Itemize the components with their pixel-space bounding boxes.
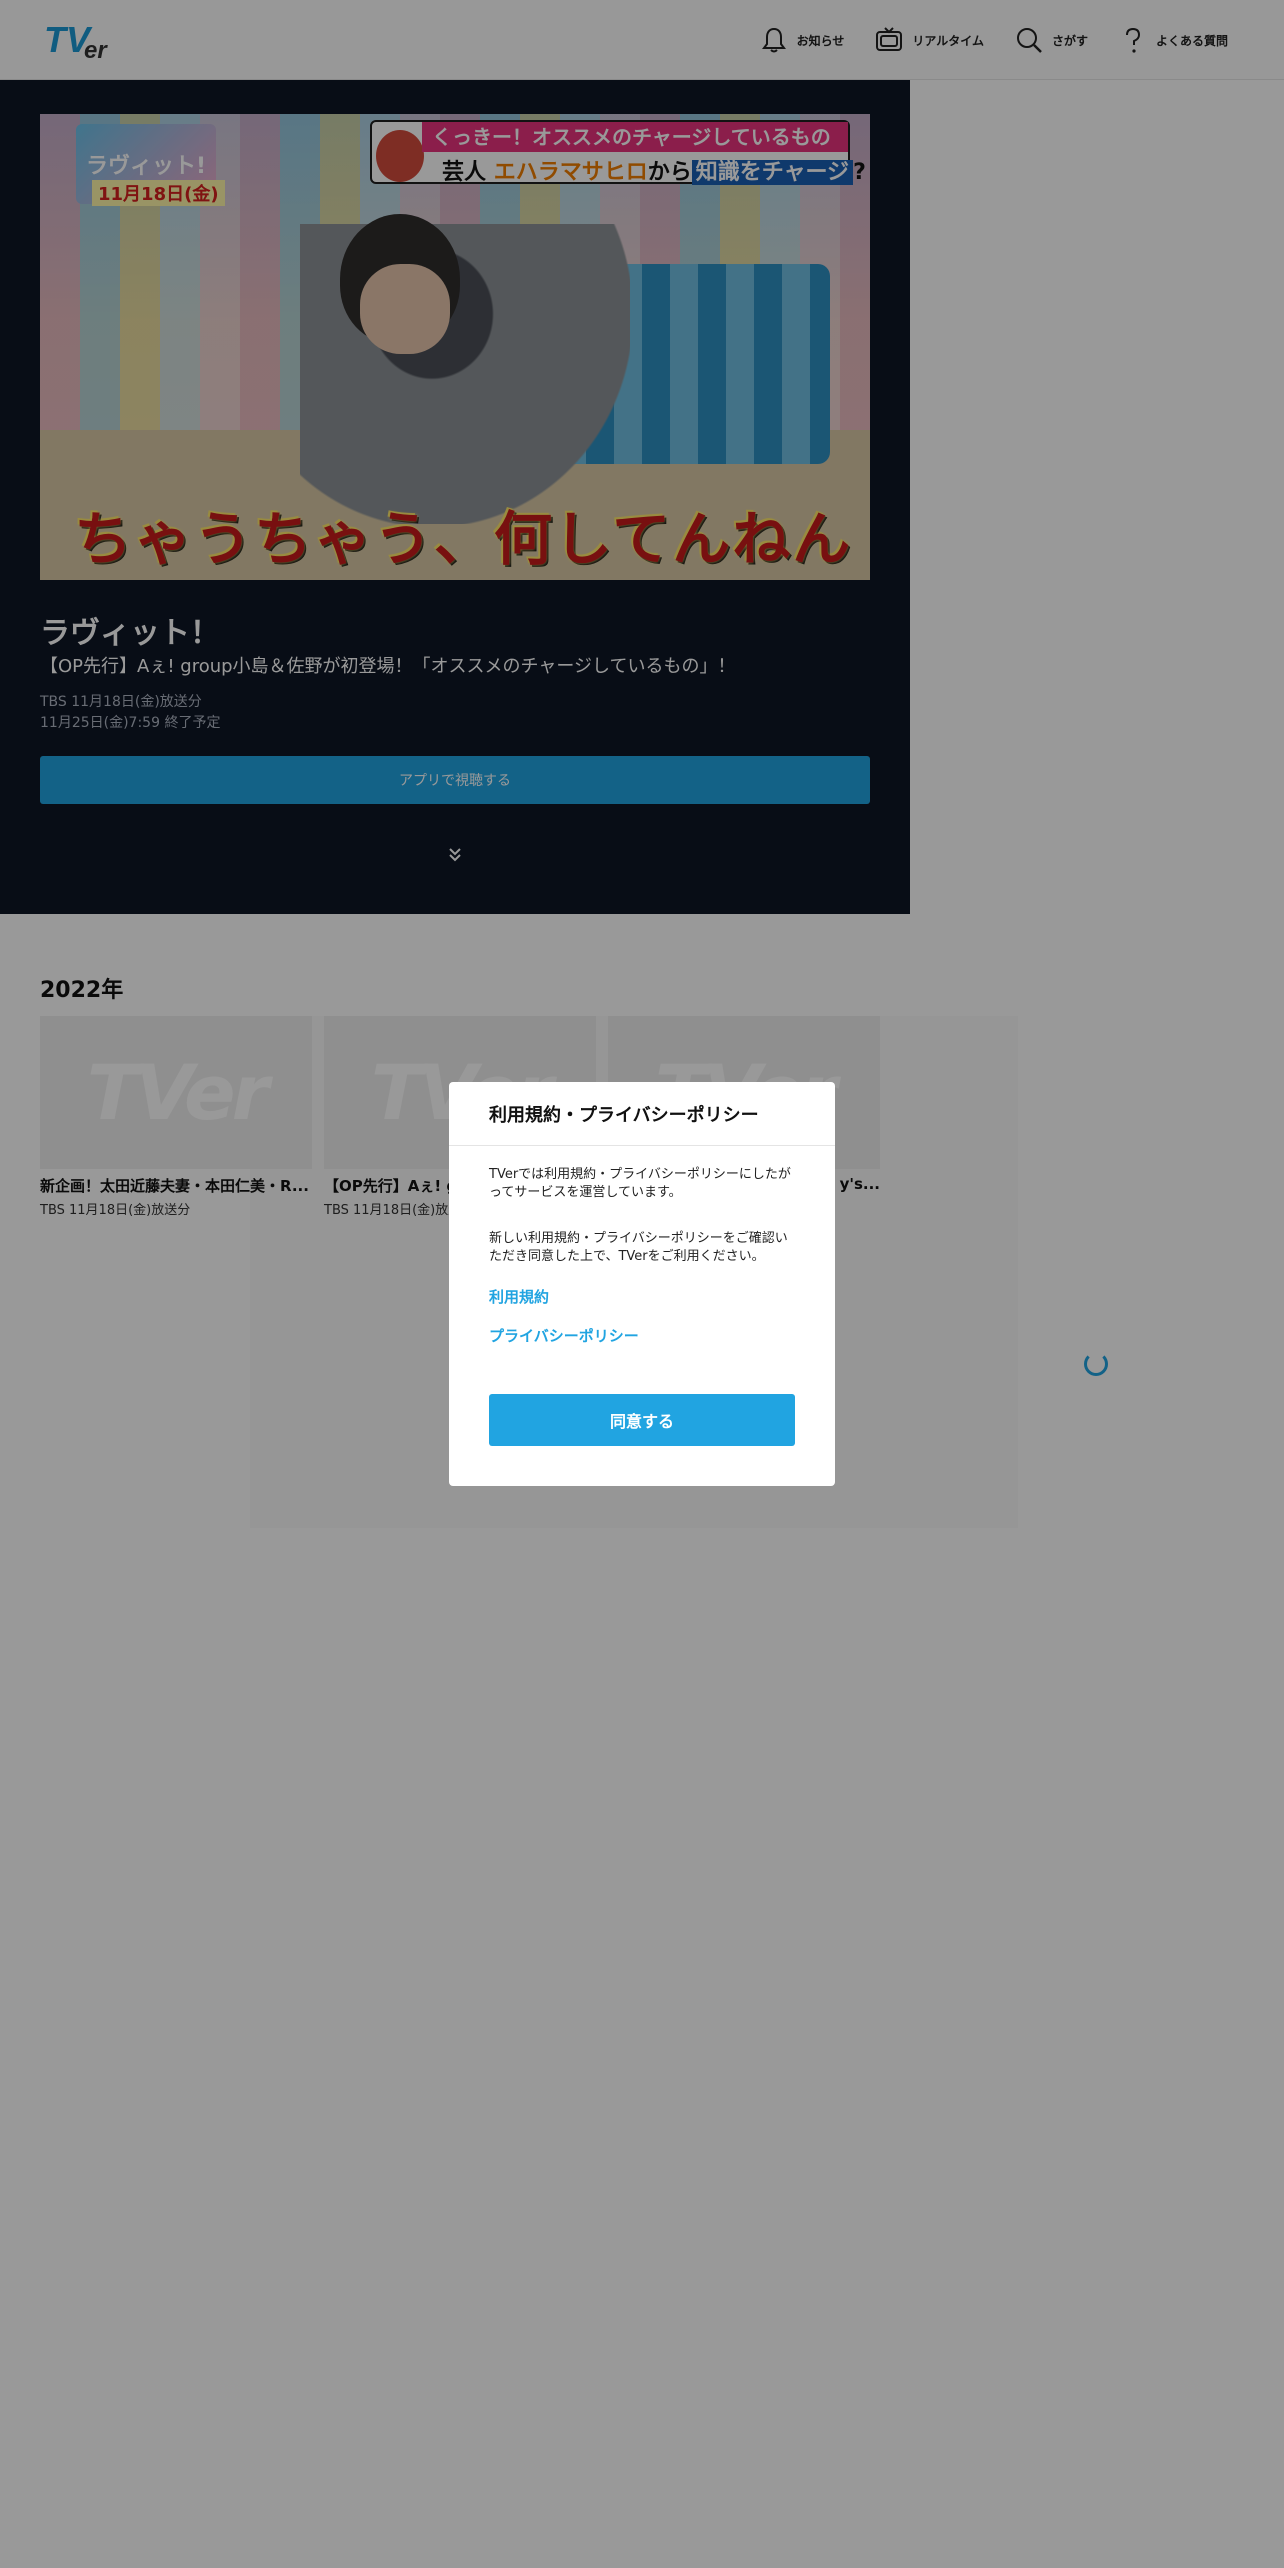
terms-consent-modal: 利用規約・プライバシーポリシー TVerでは利用規約・プライバシーポリシーにした…: [449, 1082, 835, 1486]
modal-text-request: 新しい利用規約・プライバシーポリシーをご確認いただき同意した上で、TVerをご利…: [489, 1231, 788, 1264]
agree-button[interactable]: 同意する: [489, 1394, 795, 1446]
privacy-policy-link[interactable]: プライバシーポリシー: [489, 1325, 795, 1346]
modal-body: TVerでは利用規約・プライバシーポリシーにしたがってサービスを運営しています。…: [449, 1146, 835, 1346]
modal-text-intro: TVerでは利用規約・プライバシーポリシーにしたがってサービスを運営しています。: [489, 1167, 791, 1200]
modal-title: 利用規約・プライバシーポリシー: [449, 1082, 835, 1146]
terms-link[interactable]: 利用規約: [489, 1286, 795, 1307]
